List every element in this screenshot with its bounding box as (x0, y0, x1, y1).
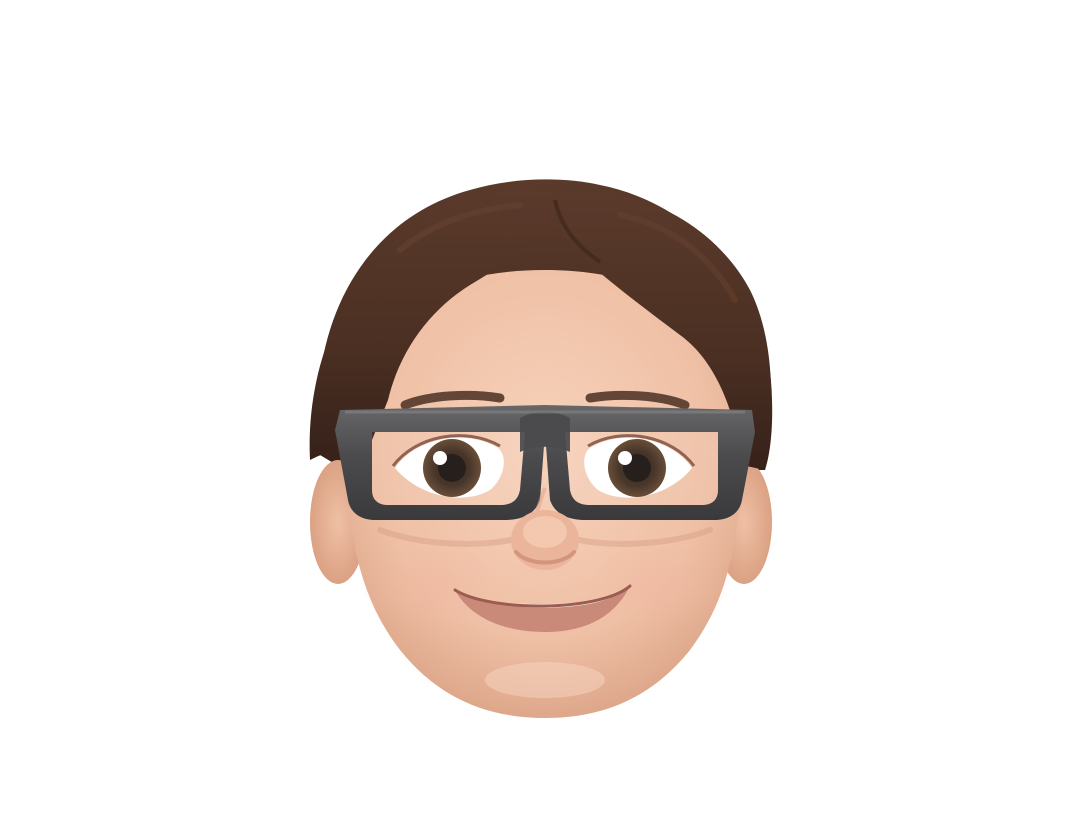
image-canvas (0, 0, 1080, 820)
memoji-face-icon (309, 179, 773, 718)
